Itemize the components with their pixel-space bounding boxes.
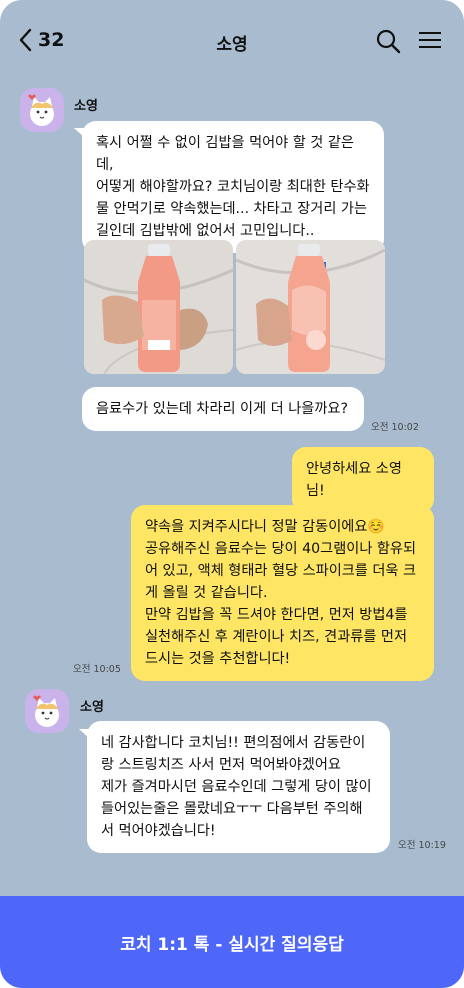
drink-bottle-image bbox=[236, 240, 385, 374]
avatar[interactable] bbox=[20, 88, 64, 132]
chevron-left-icon bbox=[19, 28, 32, 52]
back-button[interactable]: 32 bbox=[18, 28, 64, 52]
coach-message-bubble: 약속을 지켜주시다니 정말 감동이에요☺️ 공유해주신 음료수는 당이 40그램… bbox=[131, 505, 434, 681]
drink-bottle-image bbox=[84, 240, 233, 374]
unread-count: 32 bbox=[38, 29, 65, 51]
cat-avatar-icon bbox=[20, 88, 64, 132]
message-bubble: 혹시 어쩔 수 없이 김밥을 먹어야 할 것 같은데, 어떻게 해야할까요? 코… bbox=[82, 121, 384, 253]
message-bubble: 네 감사합니다 코치님!! 편의점에서 감동란이 랑 스트링치즈 사서 먼저 먹… bbox=[87, 721, 390, 853]
hamburger-menu-icon[interactable] bbox=[418, 28, 442, 52]
sender-name: 소영 bbox=[74, 99, 98, 114]
coach-message-bubble: 안녕하세요 소영님! bbox=[292, 447, 434, 513]
search-icon[interactable] bbox=[375, 28, 401, 54]
drink-photo-1[interactable] bbox=[84, 240, 233, 374]
message-time: 오전 10:05 bbox=[73, 664, 121, 675]
message-time: 오전 10:02 bbox=[371, 422, 419, 433]
sender-name: 소영 bbox=[80, 700, 104, 715]
message-bubble: 음료수가 있는데 차라리 이게 더 나을까요? bbox=[82, 387, 364, 431]
drink-photo-2[interactable] bbox=[236, 240, 385, 374]
cat-avatar-icon bbox=[25, 689, 69, 733]
chat-screen: 32 소영 소영 혹시 어쩔 수 없이 김밥을 먹어야 할 것 같은데, 어떻게… bbox=[0, 0, 464, 988]
chat-header: 32 소영 bbox=[0, 0, 464, 84]
coach-talk-label: 코치 1:1 톡 - 실시간 질의응답 bbox=[120, 934, 344, 955]
coach-talk-button[interactable]: 코치 1:1 톡 - 실시간 질의응답 bbox=[0, 896, 464, 988]
avatar[interactable] bbox=[25, 689, 69, 733]
message-time: 오전 10:19 bbox=[398, 840, 446, 851]
